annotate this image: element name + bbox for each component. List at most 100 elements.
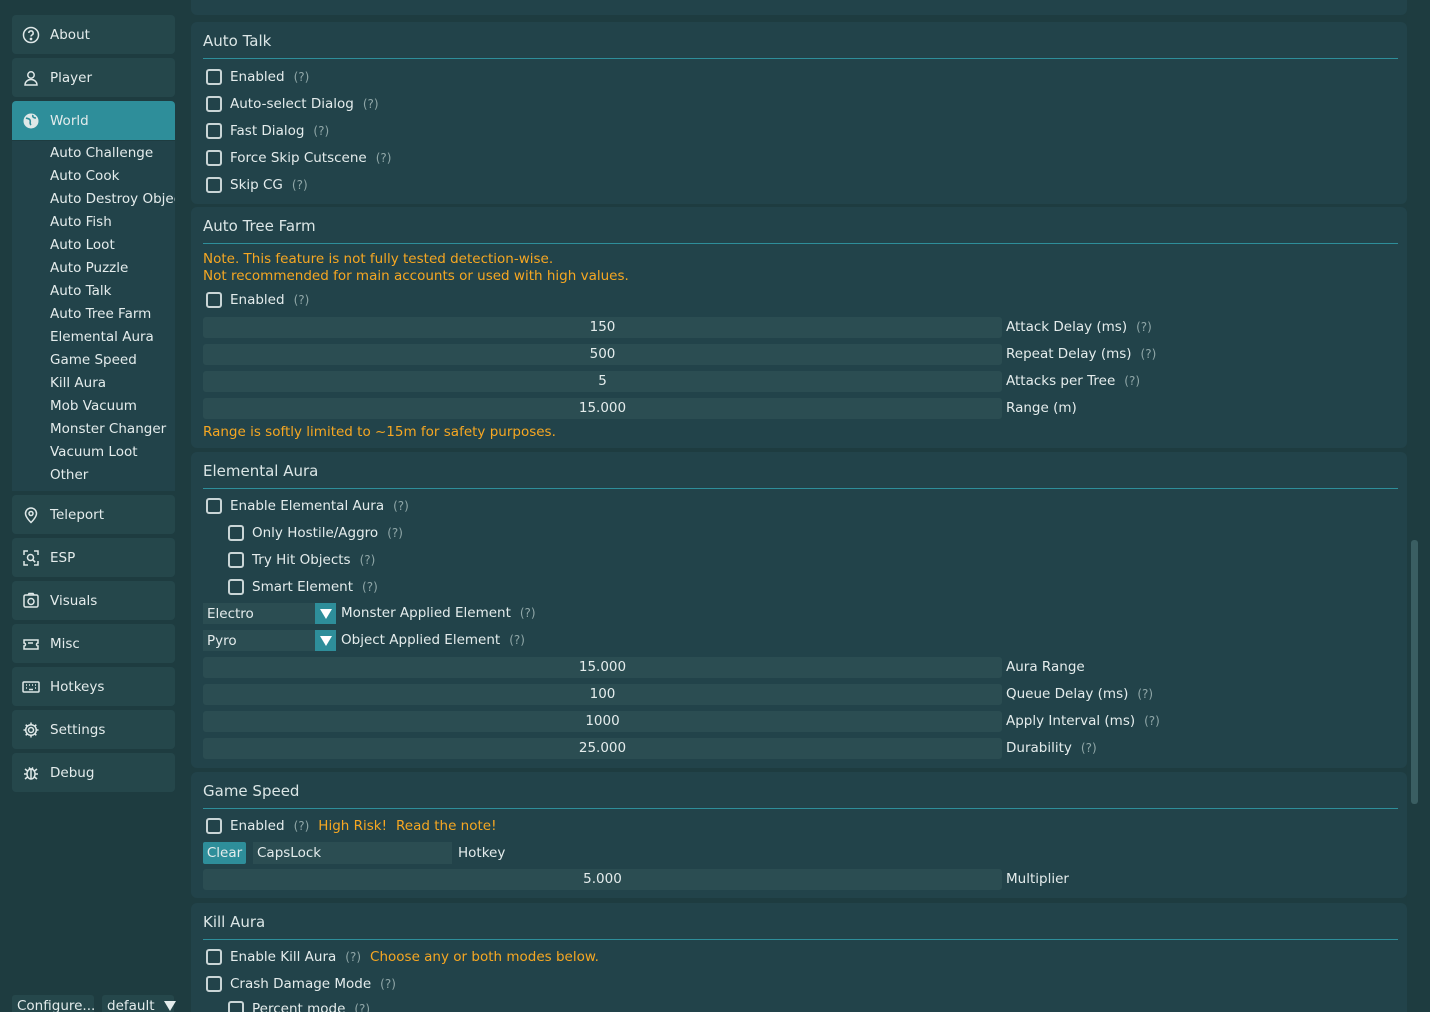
help-marker[interactable]: (?) — [520, 606, 536, 620]
help-marker[interactable]: (?) — [1081, 741, 1097, 755]
slider-label-text: Repeat Delay (ms) — [1006, 346, 1132, 362]
submenu-item-other[interactable]: Other — [50, 465, 88, 485]
smart-element-checkbox[interactable] — [228, 579, 244, 595]
help-marker[interactable]: (?) — [363, 97, 379, 111]
try-hit-objects-checkbox[interactable] — [228, 552, 244, 568]
modes-note: Choose any or both modes below. — [370, 949, 599, 965]
submenu-item-auto-destroy-objects[interactable]: Auto Destroy Objec — [50, 189, 175, 209]
aura-range-slider[interactable]: 15.000 — [203, 657, 1002, 678]
section-title: Auto Talk — [203, 32, 272, 50]
nav-debug-button[interactable]: Debug — [12, 753, 175, 792]
help-marker[interactable]: (?) — [294, 293, 310, 307]
option-label: Skip CG — [230, 177, 283, 193]
help-marker[interactable]: (?) — [509, 633, 525, 647]
submenu-item-auto-fish[interactable]: Auto Fish — [50, 212, 112, 232]
queue-delay-slider[interactable]: 100 — [203, 684, 1002, 705]
section-title: Elemental Aura — [203, 462, 319, 480]
apply-interval-slider[interactable]: 1000 — [203, 711, 1002, 732]
help-marker[interactable]: (?) — [1141, 347, 1157, 361]
help-marker[interactable]: (?) — [1144, 714, 1160, 728]
option-label: Enabled — [230, 292, 285, 308]
help-marker[interactable]: (?) — [1124, 374, 1140, 388]
submenu-item-auto-talk[interactable]: Auto Talk — [50, 281, 112, 301]
monster-element-dropdown[interactable]: Electro — [203, 603, 336, 624]
help-marker[interactable]: (?) — [313, 124, 329, 138]
help-marker[interactable]: (?) — [345, 950, 361, 964]
only-hostile-checkbox[interactable] — [228, 525, 244, 541]
help-marker[interactable]: (?) — [393, 499, 409, 513]
nav-misc-button[interactable]: Misc — [12, 624, 175, 663]
vertical-scrollbar[interactable] — [1411, 540, 1418, 804]
multiplier-slider[interactable]: 5.000 — [203, 869, 1002, 890]
help-marker[interactable]: (?) — [380, 977, 396, 991]
submenu-item-auto-loot[interactable]: Auto Loot — [50, 235, 115, 255]
help-marker[interactable]: (?) — [360, 553, 376, 567]
configure-button[interactable]: Configure... — [12, 995, 94, 1012]
nav-label: Hotkeys — [50, 678, 105, 695]
sidebar: About Player World Auto Challenge Auto C… — [0, 0, 185, 1012]
fast-dialog-checkbox[interactable] — [206, 123, 222, 139]
submenu-item-mob-vacuum[interactable]: Mob Vacuum — [50, 396, 137, 416]
repeat-delay-slider[interactable]: 500 — [203, 344, 1002, 365]
help-marker[interactable]: (?) — [1136, 320, 1152, 334]
submenu-item-game-speed[interactable]: Game Speed — [50, 350, 137, 370]
enabled-checkbox[interactable] — [206, 69, 222, 85]
hotkey-input[interactable]: CapsLock — [253, 842, 452, 864]
option-label: Only Hostile/Aggro — [252, 525, 379, 541]
dropdown-label: Object Applied Element (?) — [341, 630, 525, 651]
range-slider[interactable]: 15.000 — [203, 398, 1002, 419]
nav-hotkeys-button[interactable]: Hotkeys — [12, 667, 175, 706]
slider-label: Queue Delay (ms) (?) — [1006, 684, 1153, 705]
clear-hotkey-button[interactable]: Clear — [203, 842, 246, 864]
submenu-item-monster-changer[interactable]: Monster Changer — [50, 419, 166, 439]
nav-world-button[interactable]: World — [12, 101, 175, 140]
nav-player-button[interactable]: Player — [12, 58, 175, 97]
submenu-item-auto-cook[interactable]: Auto Cook — [50, 166, 119, 186]
enable-kill-aura-checkbox[interactable] — [206, 949, 222, 965]
attacks-per-tree-slider[interactable]: 5 — [203, 371, 1002, 392]
world-submenu: Auto Challenge Auto Cook Auto Destroy Ob… — [12, 141, 175, 491]
percent-mode-checkbox[interactable] — [228, 1001, 244, 1012]
help-marker[interactable]: (?) — [362, 580, 378, 594]
map-pin-icon — [22, 506, 40, 524]
help-marker[interactable]: (?) — [292, 178, 308, 192]
auto-talk-section: Auto Talk Enabled (?) Auto-select Dialog… — [191, 22, 1407, 204]
nav-settings-button[interactable]: Settings — [12, 710, 175, 749]
globe-icon — [22, 112, 40, 130]
enabled-checkbox[interactable] — [206, 818, 222, 834]
submenu-item-auto-puzzle[interactable]: Auto Puzzle — [50, 258, 128, 278]
attack-delay-slider[interactable]: 150 — [203, 317, 1002, 338]
help-marker[interactable]: (?) — [294, 819, 310, 833]
auto-select-dialog-checkbox[interactable] — [206, 96, 222, 112]
help-marker[interactable]: (?) — [1137, 687, 1153, 701]
object-element-dropdown[interactable]: Pyro — [203, 630, 336, 651]
nav-visuals-button[interactable]: Visuals — [12, 581, 175, 620]
crash-damage-mode-checkbox[interactable] — [206, 976, 222, 992]
nav-esp-button[interactable]: ESP — [12, 538, 175, 577]
help-marker[interactable]: (?) — [376, 151, 392, 165]
kill-aura-section: Kill Aura Enable Kill Aura (?) Choose an… — [191, 903, 1407, 1012]
nav-about-button[interactable]: About — [12, 15, 175, 54]
force-skip-cutscene-checkbox[interactable] — [206, 150, 222, 166]
durability-slider[interactable]: 25.000 — [203, 738, 1002, 759]
submenu-item-vacuum-loot[interactable]: Vacuum Loot — [50, 442, 138, 462]
gear-icon — [22, 721, 40, 739]
enable-elemental-aura-checkbox[interactable] — [206, 498, 222, 514]
submenu-item-auto-tree-farm[interactable]: Auto Tree Farm — [50, 304, 151, 324]
submenu-item-elemental-aura[interactable]: Elemental Aura — [50, 327, 154, 347]
nav-teleport-button[interactable]: Teleport — [12, 495, 175, 534]
submenu-item-auto-challenge[interactable]: Auto Challenge — [50, 143, 153, 163]
section-divider — [203, 939, 1398, 940]
profile-dropdown[interactable]: default — [102, 995, 176, 1012]
enabled-checkbox[interactable] — [206, 292, 222, 308]
option-label: Force Skip Cutscene — [230, 150, 367, 166]
help-marker[interactable]: (?) — [294, 70, 310, 84]
submenu-item-kill-aura[interactable]: Kill Aura — [50, 373, 106, 393]
dropdown-label-text: Monster Applied Element — [341, 605, 511, 621]
help-marker[interactable]: (?) — [354, 1002, 370, 1012]
nav-label: Settings — [50, 721, 106, 738]
help-marker[interactable]: (?) — [387, 526, 403, 540]
skip-cg-checkbox[interactable] — [206, 177, 222, 193]
dropdown-value: Pyro — [207, 632, 237, 649]
section-divider — [203, 243, 1398, 244]
